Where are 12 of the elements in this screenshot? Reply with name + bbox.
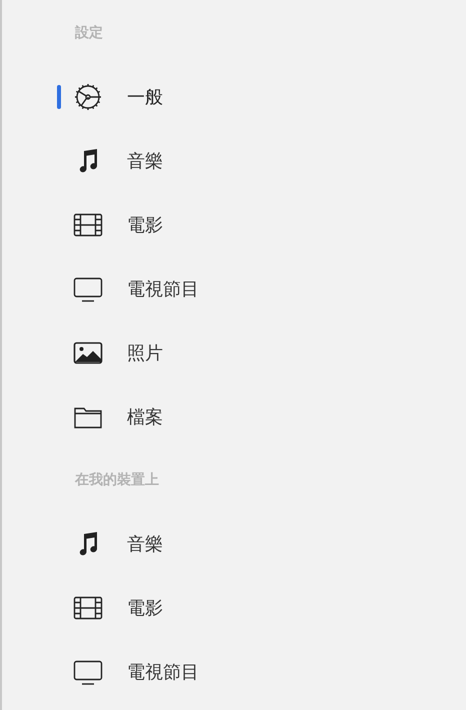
sidebar-item[interactable]: 音樂 <box>2 129 466 193</box>
section-header: 設定 <box>75 24 103 43</box>
gear-icon <box>73 82 103 112</box>
sidebar-item[interactable]: 電影 <box>2 576 466 640</box>
sidebar-item[interactable]: 電視節目 <box>2 257 466 321</box>
sidebar-item[interactable]: 音樂 <box>2 512 466 576</box>
sidebar-item[interactable]: 檔案 <box>2 385 466 449</box>
sidebar-item[interactable]: 一般 <box>2 65 466 129</box>
sidebar-item[interactable]: 電視節目 <box>2 640 466 704</box>
sidebar-item[interactable]: 電影 <box>2 193 466 257</box>
sidebar-item[interactable]: 照片 <box>2 321 466 385</box>
section-header: 在我的裝置上 <box>75 471 159 490</box>
